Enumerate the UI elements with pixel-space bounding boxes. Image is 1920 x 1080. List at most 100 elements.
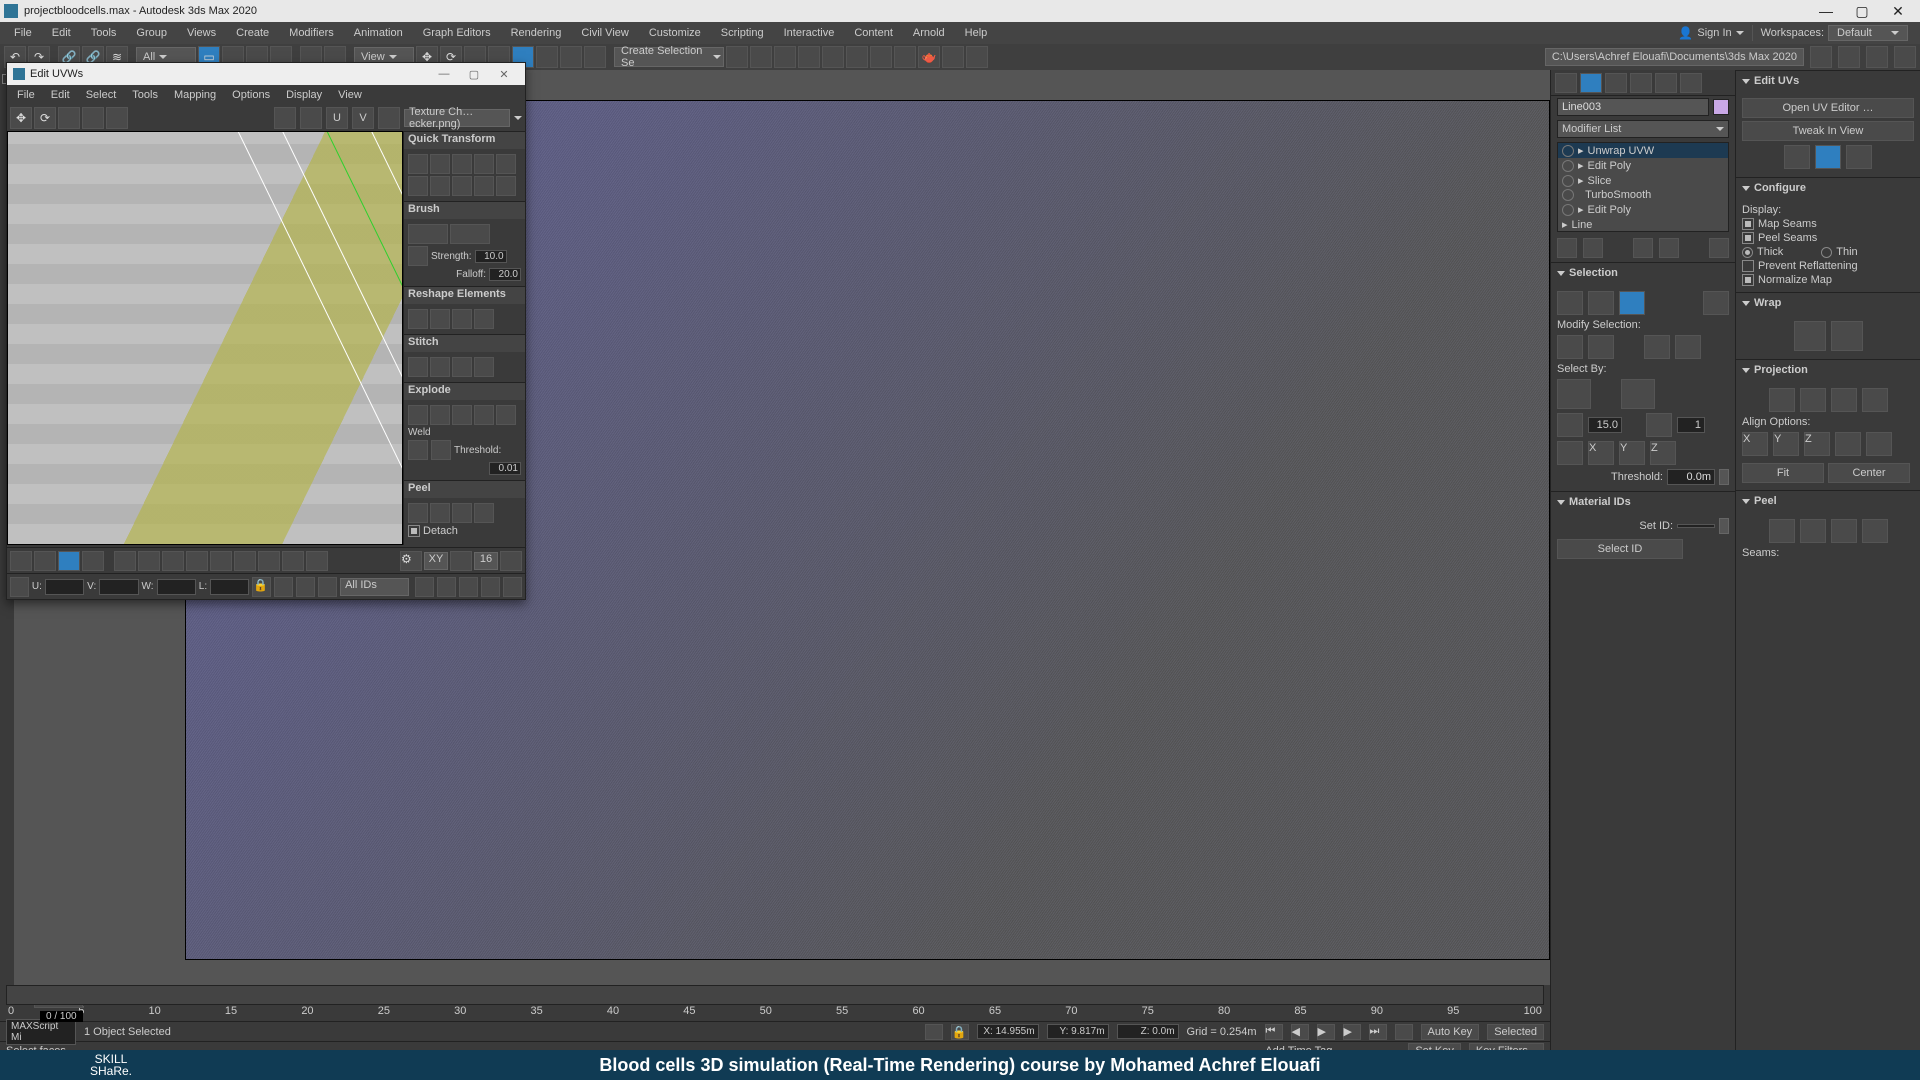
peel-btn-b[interactable] [1800,519,1826,543]
menu-item-civilview[interactable]: Civil View [571,27,638,39]
project-btn-1[interactable] [1810,46,1832,68]
eye-icon[interactable] [1562,175,1574,187]
uv-zoom-button[interactable] [415,577,434,597]
uv-editor-viewport[interactable] [7,131,403,545]
modsel-grow-button[interactable] [1557,335,1583,359]
reshape-btn-4[interactable] [474,309,494,329]
named-selection-dropdown[interactable]: Create Selection Se [614,47,724,67]
selectby-angle-button[interactable] [1557,413,1583,437]
modifier-stack[interactable]: ▸ Unwrap UVW ▸ Edit Poly ▸ Slice TurboSm… [1557,142,1729,232]
uv-menu-options[interactable]: Options [224,89,278,101]
menu-item-arnold[interactable]: Arnold [903,27,955,39]
peel-header[interactable]: Peel [404,480,525,498]
uv-checker-2-button[interactable] [300,107,322,129]
explode-btn-4[interactable] [474,405,494,425]
play-start-button[interactable]: ⏮ [1265,1024,1283,1040]
eye-icon[interactable] [1562,189,1574,201]
fit-button[interactable]: Fit [1742,463,1824,483]
uv-checker-1-button[interactable] [274,107,296,129]
peel-btn-3[interactable] [452,503,472,523]
uv-tool-4[interactable] [186,551,208,571]
menu-item-grapheditors[interactable]: Graph Editors [413,27,501,39]
play-prev-button[interactable]: ◀ [1291,1024,1309,1040]
z-coord-field[interactable]: Z: 0.0m [1117,1024,1179,1039]
uv-menu-select[interactable]: Select [78,89,125,101]
stitch-btn-4[interactable] [474,357,494,377]
reshape-header[interactable]: Reshape Elements [404,286,525,304]
selectby-element-button[interactable] [1557,379,1591,409]
sel-misc-button[interactable] [1703,291,1729,315]
projection-header[interactable]: Projection [1736,360,1920,380]
normalize-map-check[interactable] [1742,274,1754,286]
render-preset-button[interactable] [942,46,964,68]
configure-sets-button[interactable] [1709,238,1729,258]
tweak-in-view-button[interactable]: Tweak In View [1742,121,1914,141]
tab-hierarchy[interactable] [1605,73,1627,93]
uv-pan-button[interactable] [481,577,500,597]
prevent-reflat-check[interactable] [1742,260,1754,272]
edit-uvs-btn-2[interactable] [1815,145,1841,169]
uv-tool-8[interactable] [282,551,304,571]
weld-threshold-field[interactable]: 0.01 [489,462,521,475]
render-button[interactable]: 🫖 [918,46,940,68]
workspaces-dropdown[interactable]: Default [1828,25,1908,41]
uv-tool-5[interactable] [210,551,232,571]
show-end-result-button[interactable] [1583,238,1603,258]
menu-item-tools[interactable]: Tools [81,27,127,39]
menu-item-animation[interactable]: Animation [344,27,413,39]
uv-maximize-button[interactable]: ▢ [459,68,489,81]
time-ruler[interactable]: 0510 152025 303540 455055 606570 758085 … [6,1005,1544,1021]
isolate-button[interactable] [925,1024,943,1040]
brush-falloff-field[interactable]: 20.0 [489,268,521,281]
peel-btn-4[interactable] [474,503,494,523]
x-coord-field[interactable]: X: 14.955m [977,1024,1039,1039]
explode-btn-2[interactable] [430,405,450,425]
uv-sub-vertex[interactable] [10,551,32,571]
peel-header-2[interactable]: Peel [1736,491,1920,511]
layer-explorer-button[interactable] [774,46,796,68]
edit-uvs-btn-1[interactable] [1784,145,1810,169]
peel-btn-c[interactable] [1831,519,1857,543]
project-btn-2[interactable] [1838,46,1860,68]
menu-item-modifiers[interactable]: Modifiers [279,27,344,39]
material-ids-header[interactable]: Material IDs [1551,492,1735,512]
tab-utilities[interactable] [1680,73,1702,93]
align-x-button[interactable]: X [1742,432,1768,456]
uv-tool-7[interactable] [258,551,280,571]
maxscript-listener[interactable]: MAXScript Mi [6,1019,76,1045]
play-next-button[interactable]: ▶ [1343,1024,1361,1040]
uv-freeform-button[interactable] [82,107,104,129]
modifier-row[interactable]: ▸ Edit Poly [1558,158,1728,173]
auto-key-button[interactable]: Auto Key [1421,1024,1480,1040]
modifier-list-dropdown[interactable]: Modifier List [1557,120,1729,138]
tab-display[interactable] [1655,73,1677,93]
qt-btn-1[interactable] [408,154,428,174]
uv-menu-tools[interactable]: Tools [124,89,166,101]
tab-modify[interactable] [1580,73,1602,93]
modsel-ring-button[interactable] [1644,335,1670,359]
play-button[interactable]: ▶ [1317,1024,1335,1040]
track-bar[interactable] [6,985,1544,1005]
stitch-btn-1[interactable] [408,357,428,377]
explode-header[interactable]: Explode [404,382,525,400]
uv-menu-display[interactable]: Display [278,89,330,101]
qt-btn-8[interactable] [452,176,472,196]
eye-icon[interactable] [1562,145,1574,157]
uv-tool-1[interactable] [114,551,136,571]
render-frame-button[interactable] [894,46,916,68]
menu-item-views[interactable]: Views [177,27,226,39]
proj-planar-button[interactable] [1769,388,1795,412]
map-seams-check[interactable] [1742,218,1754,230]
set-id-field[interactable] [1677,524,1715,528]
align-button[interactable] [750,46,772,68]
modifier-row[interactable]: TurboSmooth [1558,188,1728,202]
uv-zoom-region-button[interactable] [459,577,478,597]
uv-v-button[interactable]: V [352,107,374,129]
stitch-btn-2[interactable] [430,357,450,377]
uv-tool-2[interactable] [138,551,160,571]
menu-item-help[interactable]: Help [955,27,998,39]
maximize-button[interactable]: ▢ [1844,3,1880,20]
align-z-button[interactable]: Z [1804,432,1830,456]
smg-spinner[interactable]: 1 [1677,417,1705,433]
modsel-loop-button[interactable] [1675,335,1701,359]
